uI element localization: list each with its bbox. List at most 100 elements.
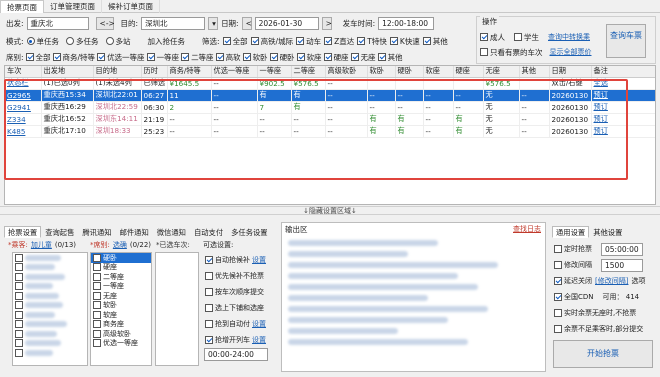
col-header[interactable]: 车次 <box>5 66 42 78</box>
option-settings-link[interactable]: 设置 <box>252 319 266 329</box>
partial-submit-option[interactable]: 余票不足乘客时,部分提交 <box>554 324 643 334</box>
seat-filter-item[interactable]: 软座 <box>296 52 322 63</box>
col-header[interactable]: 无座 <box>483 66 520 78</box>
select-all-link[interactable]: 全选 <box>591 77 655 90</box>
seat-filter-item[interactable]: 全部 <box>25 52 51 63</box>
filter-z[interactable]: Z直达 <box>324 36 354 47</box>
list-item[interactable] <box>13 253 87 263</box>
list-item[interactable]: 无座 <box>91 291 151 301</box>
col-header[interactable]: 二等座 <box>291 66 326 78</box>
timed-grab-input[interactable]: 05:00:00 <box>601 242 643 256</box>
tab-grab[interactable]: 抢票页面 <box>0 0 44 13</box>
option-auto-pay[interactable]: 抢到自动付 设置 <box>203 316 275 332</box>
seat-filter-item[interactable]: 优选一等座 <box>97 52 145 63</box>
add-task-button[interactable]: 加入抢任务 <box>148 36 186 47</box>
mode-single[interactable]: 单任务 <box>26 36 59 47</box>
train-no-link[interactable]: G2965 <box>5 89 42 102</box>
option-waitlist-first[interactable]: 优先候补不抢票 <box>203 268 275 284</box>
col-header[interactable]: 一等座 <box>257 66 292 78</box>
tab-orders[interactable]: 订单管理页面 <box>44 0 102 13</box>
train-no-link[interactable]: Z334 <box>5 113 42 126</box>
swap-button[interactable]: <-> <box>95 16 115 30</box>
list-item[interactable]: 软卧 <box>91 301 151 311</box>
date-input[interactable]: 2026-01-30 <box>254 16 319 30</box>
option-settings-link[interactable]: 设置 <box>252 255 266 265</box>
find-log-link[interactable]: 查找日志 <box>513 224 541 234</box>
option-auto-waitlist[interactable]: 自动抢候补 设置 <box>203 252 275 268</box>
train-no-link[interactable]: G2941 <box>5 101 42 114</box>
list-item[interactable]: 硬卧 <box>91 253 151 263</box>
selected-trains-list[interactable] <box>155 252 199 366</box>
list-item[interactable]: 商务座 <box>91 320 151 330</box>
book-link[interactable]: 预订 <box>591 89 655 102</box>
interval-input[interactable]: 1500 <box>601 258 643 272</box>
tab-tencent-notify[interactable]: 腾讯通知 <box>78 226 115 238</box>
seat-filter-item[interactable]: 硬卧 <box>269 52 295 63</box>
query-transfer-link[interactable]: 查询中转换乘 <box>548 32 590 42</box>
depart-time-select[interactable]: 12:00-18:00 <box>378 16 435 30</box>
list-item[interactable]: 软座 <box>91 310 151 320</box>
col-header[interactable]: 出发地 <box>41 66 94 78</box>
seat-filter-item[interactable]: 高软 <box>215 52 241 63</box>
list-item[interactable] <box>13 310 87 320</box>
tab-auto-pay[interactable]: 自动支付 <box>190 226 227 238</box>
list-item[interactable] <box>13 282 87 292</box>
tab-multi-task[interactable]: 多任务设置 <box>227 226 271 238</box>
filter-gaotie[interactable]: 高铁/城际 <box>250 36 293 47</box>
train-no-link[interactable]: K485 <box>5 125 42 138</box>
cdn-option[interactable]: 全国CDN <box>554 292 594 302</box>
col-header[interactable]: 备注 <box>591 66 655 78</box>
seat-filter-item[interactable]: 无座 <box>350 52 376 63</box>
filter-other[interactable]: 其他 <box>422 36 448 47</box>
tab-grab-settings[interactable]: 抢票设置 <box>4 226 42 238</box>
list-item[interactable] <box>13 263 87 273</box>
table-row[interactable]: G2941 重庆西16:29 深圳北22:59 06:30 2 -- 7 有 -… <box>5 101 655 114</box>
timed-grab-option[interactable]: 定时抢票 <box>554 244 592 254</box>
tab-other-settings[interactable]: 其他设置 <box>589 226 626 238</box>
interval-option[interactable]: 修改间隔 <box>554 260 592 270</box>
filter-all[interactable]: 全部 <box>222 36 248 47</box>
seat-filter-item[interactable]: 二等座 <box>181 52 214 63</box>
list-item[interactable] <box>13 320 87 330</box>
col-header[interactable]: 商务/特等 <box>167 66 212 78</box>
col-header[interactable]: 目的地 <box>93 66 142 78</box>
filter-dongche[interactable]: 动车 <box>296 36 321 47</box>
seat-filter-item[interactable]: 其他 <box>377 52 403 63</box>
show-all-fares-link[interactable]: 显示全部票价 <box>550 47 592 57</box>
only-tickets-option[interactable]: 只看有票的车次 <box>480 47 543 58</box>
date-prev-button[interactable]: < <box>241 16 252 30</box>
table-row[interactable]: K485 重庆北17:10 深圳18:33 25:23 -- -- -- -- … <box>5 125 655 138</box>
list-item[interactable]: 优选一等座 <box>91 339 151 349</box>
tab-mail-notify[interactable]: 邮件通知 <box>116 226 153 238</box>
col-header[interactable]: 硬卧 <box>395 66 424 78</box>
from-input[interactable]: 重庆北 <box>26 16 89 30</box>
seat-filter-item[interactable]: 硬座 <box>323 52 349 63</box>
col-header[interactable]: 软座 <box>423 66 454 78</box>
list-item[interactable]: 二等座 <box>91 272 151 282</box>
option-berth-seat[interactable]: 选上下铺和选座 <box>203 300 275 316</box>
mode-multi[interactable]: 多任务 <box>66 36 99 47</box>
list-item[interactable]: 一等座 <box>91 282 151 292</box>
list-item[interactable] <box>13 291 87 301</box>
option-extra-trains[interactable]: 抢增开列车 设置 <box>203 332 275 348</box>
seat-select-link[interactable]: 选确 <box>113 240 127 250</box>
book-link[interactable]: 预订 <box>591 101 655 114</box>
col-header[interactable]: 优选一等座 <box>211 66 258 78</box>
tab-waitlist[interactable]: 候补订单页面 <box>102 0 160 13</box>
col-header[interactable]: 历时 <box>141 66 168 78</box>
date-next-button[interactable]: > <box>321 16 332 30</box>
tab-query-sale[interactable]: 查询起售 <box>41 226 78 238</box>
query-tickets-button[interactable]: 查询车票 <box>606 24 646 58</box>
seat-filter-item[interactable]: 商务/特等 <box>52 52 95 63</box>
book-link[interactable]: 预订 <box>591 113 655 126</box>
col-header[interactable]: 日期 <box>549 66 592 78</box>
book-link[interactable]: 预订 <box>591 125 655 138</box>
col-header[interactable]: 高级软卧 <box>325 66 368 78</box>
realtime-option[interactable]: 实时余票无座时,不抢票 <box>554 308 636 318</box>
table-row[interactable]: Z334 重庆北16:52 深圳东14:11 21:19 -- -- -- --… <box>5 113 655 126</box>
student-option[interactable]: 学生 <box>514 32 539 43</box>
modify-interval-link[interactable]: [修改间隔] <box>595 276 628 286</box>
price-status-row[interactable]: 状态栏 (1)已选0列 (1)未选4列 已筛选 ¥1645.5 -- ¥902.… <box>5 77 655 90</box>
table-row[interactable]: G2965 重庆西15:34 深圳北22:01 06:27 11 -- 有 有 … <box>5 89 655 102</box>
tab-general-settings[interactable]: 通用设置 <box>552 226 590 238</box>
